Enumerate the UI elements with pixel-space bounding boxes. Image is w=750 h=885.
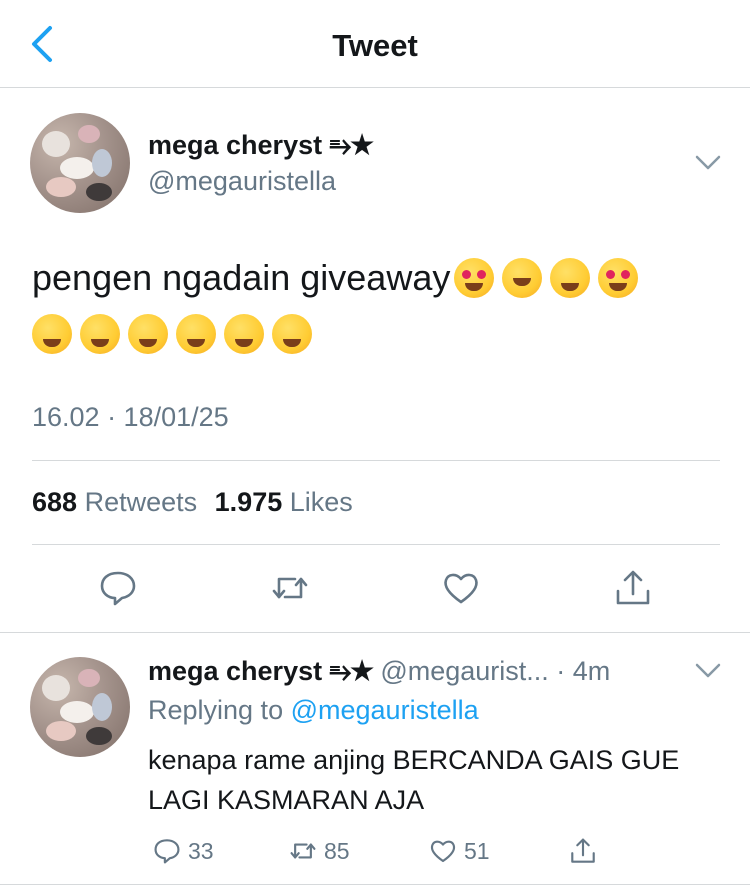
emoji-icon	[598, 258, 639, 298]
tweet-text-content: pengen ngadain giveaway	[32, 257, 451, 298]
author-name[interactable]: mega cheryst ⥱★	[148, 130, 373, 162]
heart-icon	[430, 840, 456, 863]
retweet-icon[interactable]	[269, 567, 311, 609]
top-bar: Tweet	[0, 0, 750, 88]
reply-time: · 4m	[556, 656, 611, 686]
comment-icon	[154, 839, 180, 864]
emoji-icon	[502, 258, 543, 298]
share-icon	[571, 838, 595, 863]
retweet-icon	[290, 843, 316, 859]
retweets-count[interactable]: 688	[32, 487, 77, 517]
tweet-text: pengen ngadain giveaway	[32, 250, 722, 362]
tweet-stats: 688 Retweets 1.975 Likes	[32, 487, 363, 518]
retweet-count: 85	[324, 837, 350, 864]
likes-label[interactable]: Likes	[290, 487, 353, 517]
emoji-icon	[224, 314, 264, 354]
reply-comment-icon[interactable]	[97, 567, 139, 609]
chevron-down-icon[interactable]	[695, 155, 721, 171]
reply-share-button[interactable]	[568, 834, 604, 868]
chevron-down-icon[interactable]	[695, 663, 721, 679]
section-divider	[0, 632, 750, 633]
emoji-icon	[32, 314, 72, 354]
emoji-icon	[550, 258, 591, 298]
emoji-icon	[272, 314, 312, 354]
emoji-icon	[176, 314, 216, 354]
reply-retweet-button[interactable]: 85	[288, 834, 350, 868]
divider	[32, 544, 720, 545]
replying-to-prefix: Replying to	[148, 695, 284, 725]
divider	[32, 460, 720, 461]
reply-header: mega cheryst ⥱★ @megaurist... · 4m	[148, 656, 610, 688]
reply-count: 33	[188, 837, 214, 864]
emoji-icon	[454, 258, 495, 298]
page-title: Tweet	[332, 28, 418, 63]
reply-reply-button[interactable]: 33	[152, 834, 214, 868]
replying-to: Replying to @megauristella	[148, 695, 479, 726]
reply-like-button[interactable]: 51	[428, 834, 490, 868]
reply-text: kenapa rame anjing BERCANDA GAIS GUE LAG…	[148, 745, 680, 815]
share-icon[interactable]	[612, 567, 654, 609]
reply-author-name[interactable]: mega cheryst ⥱★	[148, 656, 373, 686]
emoji-icon	[80, 314, 120, 354]
emoji-icon	[128, 314, 168, 354]
tweet-timestamp: 16.02 · 18/01/25	[32, 402, 229, 432]
heart-icon[interactable]	[440, 567, 482, 609]
reply-avatar[interactable]	[30, 657, 130, 757]
author-handle[interactable]: @megauristella	[148, 166, 336, 197]
retweets-label[interactable]: Retweets	[85, 487, 198, 517]
avatar[interactable]	[30, 113, 130, 213]
likes-count[interactable]: 1.975	[215, 487, 283, 517]
reply-author-handle[interactable]: @megaurist...	[380, 656, 548, 686]
like-count: 51	[464, 837, 490, 864]
replying-to-handle[interactable]: @megauristella	[291, 695, 479, 725]
